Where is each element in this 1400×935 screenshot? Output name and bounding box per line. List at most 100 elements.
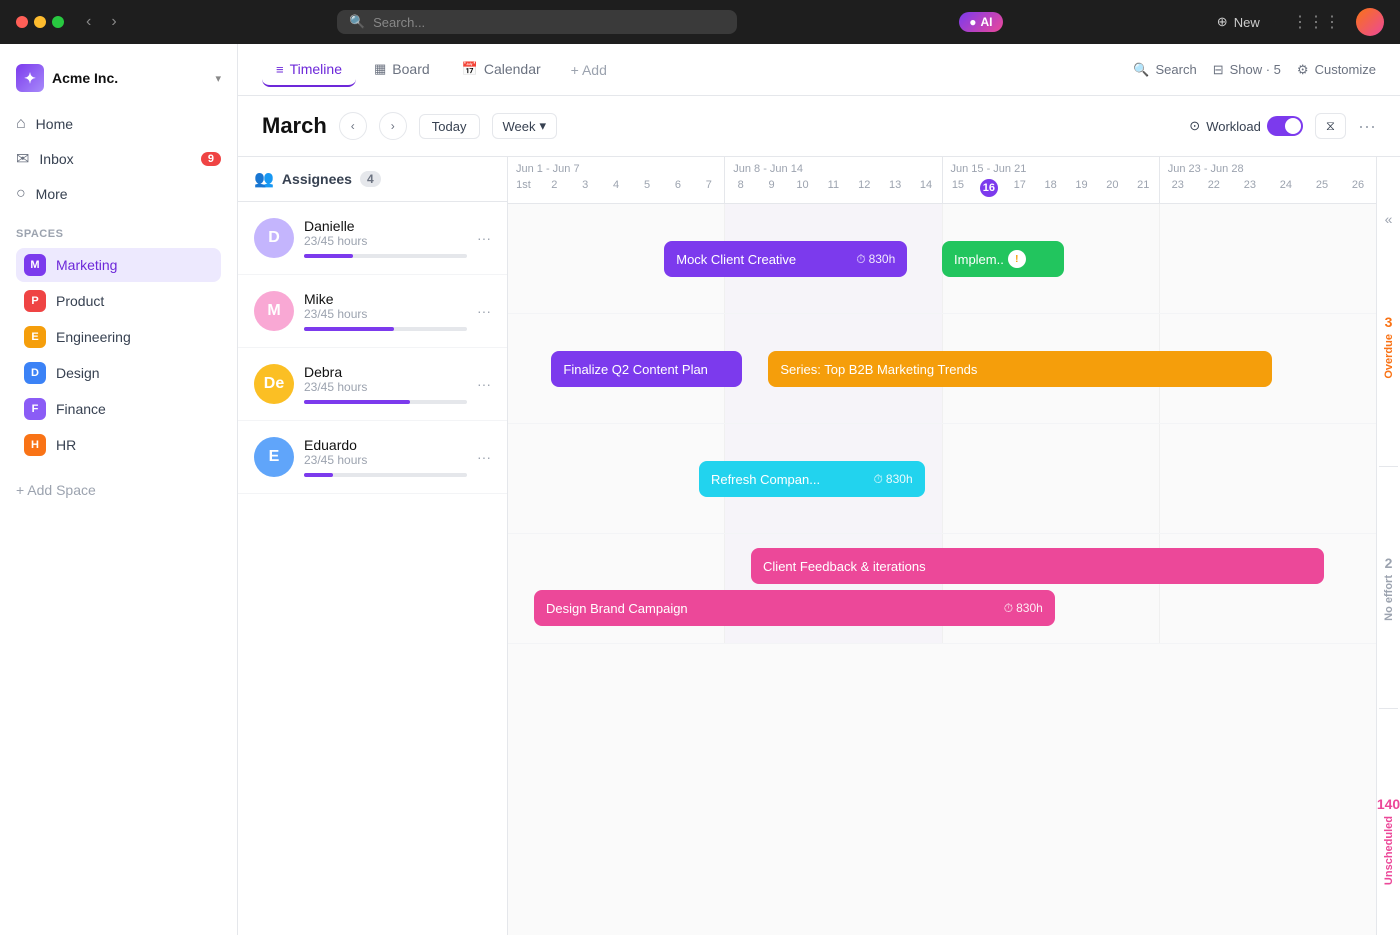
- today-button[interactable]: Today: [419, 114, 480, 139]
- month-title: March: [262, 113, 327, 139]
- divider-1: [1379, 466, 1397, 467]
- workload-button[interactable]: ⊙ Workload: [1189, 116, 1303, 136]
- ai-badge[interactable]: ● AI: [959, 12, 1002, 32]
- tab-board[interactable]: ▦ Board: [360, 53, 444, 87]
- new-button[interactable]: ⊕ New: [1217, 14, 1260, 30]
- clock-icon: ⏱: [1004, 601, 1013, 616]
- task-bar-implem[interactable]: Implem.. !: [942, 241, 1064, 277]
- show-action[interactable]: ⊟ Show · 5: [1213, 62, 1281, 78]
- inbox-icon: ✉: [16, 149, 29, 169]
- day-row-4: 23 22 23 24 25 26: [1160, 177, 1376, 197]
- progress-fill-eduardo: [304, 473, 333, 477]
- sidebar-item-engineering[interactable]: E Engineering: [16, 320, 221, 354]
- assignee-info-danielle: Danielle 23/45 hours: [304, 218, 467, 258]
- day-cell: 13: [880, 177, 911, 197]
- tab-add[interactable]: + Add: [559, 54, 619, 86]
- week-label-1: Jun 1 - Jun 7: [508, 157, 724, 177]
- row-menu-mike[interactable]: ···: [477, 303, 491, 319]
- sidebar-item-label: Home: [36, 116, 73, 132]
- minimize-dot[interactable]: [34, 16, 46, 28]
- sidebar-item-more[interactable]: ○ More: [8, 178, 229, 210]
- gantt-area: Jun 1 - Jun 7 1st 2 3 4 5 6 7: [508, 157, 1376, 935]
- tab-timeline[interactable]: ≡ Timeline: [262, 53, 356, 87]
- workspace-header[interactable]: ✦ Acme Inc. ▾: [0, 56, 237, 100]
- no-effort-label[interactable]: No effort: [1383, 575, 1395, 621]
- clock-icon: ⏱: [856, 252, 865, 267]
- forward-button[interactable]: ›: [105, 11, 122, 33]
- task-bar-client-feedback[interactable]: Client Feedback & iterations: [751, 548, 1324, 584]
- sidebar-item-label: More: [36, 186, 68, 202]
- user-avatar[interactable]: [1356, 8, 1384, 36]
- sidebar-item-home[interactable]: ⌂ Home: [8, 108, 229, 140]
- tab-calendar-label: Calendar: [484, 61, 541, 77]
- unscheduled-label[interactable]: Unscheduled: [1383, 816, 1395, 885]
- week-group-2: Jun 8 - Jun 14 8 9 10 11 12 13 14: [725, 157, 942, 203]
- search-action[interactable]: 🔍 Search: [1133, 62, 1196, 78]
- add-space-button[interactable]: + Add Space: [8, 476, 229, 504]
- titlebar: ‹ › 🔍 ● AI ⊕ New | ⋮⋮⋮: [0, 0, 1400, 44]
- gantt-row-danielle: Mock Client Creative ⏱ 830h Implem.. !: [508, 204, 1376, 314]
- spaces-section: Spaces M Marketing P Product E Engineeri…: [0, 212, 237, 472]
- day-cell: 17: [1004, 177, 1035, 203]
- task-label: Implem..: [954, 252, 1004, 267]
- week-label-2: Jun 8 - Jun 14: [725, 157, 941, 177]
- progress-bar-eduardo: [304, 473, 467, 477]
- week-chevron-icon: ▾: [540, 118, 547, 134]
- titlebar-right: ⊕ New | ⋮⋮⋮: [1217, 8, 1384, 36]
- row-menu-eduardo[interactable]: ···: [477, 449, 491, 465]
- task-bar-design-brand[interactable]: Design Brand Campaign ⏱ 830h: [534, 590, 1055, 626]
- day-cell: 9: [756, 177, 787, 197]
- space-label-finance: Finance: [56, 401, 106, 417]
- prev-month-button[interactable]: ‹: [339, 112, 367, 140]
- task-bar-refresh-company[interactable]: Refresh Compan... ⏱ 830h: [699, 461, 925, 497]
- avatar-eduardo: E: [254, 437, 294, 477]
- workload-toggle[interactable]: [1267, 116, 1303, 136]
- day-cell: 18: [1035, 177, 1066, 203]
- task-bar-mock-client[interactable]: Mock Client Creative ⏱ 830h: [664, 241, 907, 277]
- next-month-button[interactable]: ›: [379, 112, 407, 140]
- sidebar-item-inbox[interactable]: ✉ Inbox 9: [8, 142, 229, 176]
- week-selector[interactable]: Week ▾: [492, 113, 558, 139]
- divider-2: [1379, 708, 1397, 709]
- more-options-button[interactable]: ···: [1358, 116, 1376, 137]
- day-cell: 11: [818, 177, 849, 197]
- filter-icon: ⧖: [1326, 118, 1335, 134]
- tab-calendar[interactable]: 📅 Calendar: [448, 53, 555, 87]
- sidebar-item-marketing[interactable]: M Marketing: [16, 248, 221, 282]
- overdue-label[interactable]: Overdue: [1383, 334, 1395, 379]
- warning-icon: !: [1008, 250, 1026, 268]
- progress-fill-debra: [304, 400, 410, 404]
- day-cell: 14: [911, 177, 942, 197]
- sidebar-item-hr[interactable]: H HR: [16, 428, 221, 462]
- assignee-name-eduardo: Eduardo: [304, 437, 467, 453]
- back-button[interactable]: ‹: [80, 11, 97, 33]
- assignee-hours-debra: 23/45 hours: [304, 380, 467, 394]
- day-cell: 3: [570, 177, 601, 197]
- expand-dot[interactable]: [52, 16, 64, 28]
- day-row-3: 15 16 17 18 19 20 21: [943, 177, 1159, 203]
- task-bar-b2b-series[interactable]: Series: Top B2B Marketing Trends: [768, 351, 1271, 387]
- tab-add-label: + Add: [571, 62, 607, 78]
- assignee-row-mike: M Mike 23/45 hours ···: [238, 275, 507, 348]
- row-menu-debra[interactable]: ···: [477, 376, 491, 392]
- customize-action[interactable]: ⚙ Customize: [1297, 62, 1376, 78]
- sidebar-item-finance[interactable]: F Finance: [16, 392, 221, 426]
- day-cell: 23: [1232, 177, 1268, 197]
- search-bar[interactable]: 🔍: [337, 10, 737, 34]
- close-dot[interactable]: [16, 16, 28, 28]
- sidebar-item-design[interactable]: D Design: [16, 356, 221, 390]
- no-effort-count: 2: [1385, 555, 1393, 571]
- date-header: Jun 1 - Jun 7 1st 2 3 4 5 6 7: [508, 157, 1376, 204]
- day-row-1: 1st 2 3 4 5 6 7: [508, 177, 724, 197]
- collapse-button[interactable]: «: [1381, 207, 1397, 231]
- assignee-row-eduardo: E Eduardo 23/45 hours ···: [238, 421, 507, 494]
- search-input[interactable]: [373, 15, 725, 30]
- sidebar-item-product[interactable]: P Product: [16, 284, 221, 318]
- filter-button[interactable]: ⧖: [1315, 113, 1346, 139]
- grid-icon[interactable]: ⋮⋮⋮: [1292, 12, 1340, 32]
- row-menu-danielle[interactable]: ···: [477, 230, 491, 246]
- sidebar-item-label: Inbox: [39, 151, 73, 167]
- task-bar-q2-plan[interactable]: Finalize Q2 Content Plan: [551, 351, 742, 387]
- avatar-mike: M: [254, 291, 294, 331]
- week-label: Week: [503, 119, 536, 134]
